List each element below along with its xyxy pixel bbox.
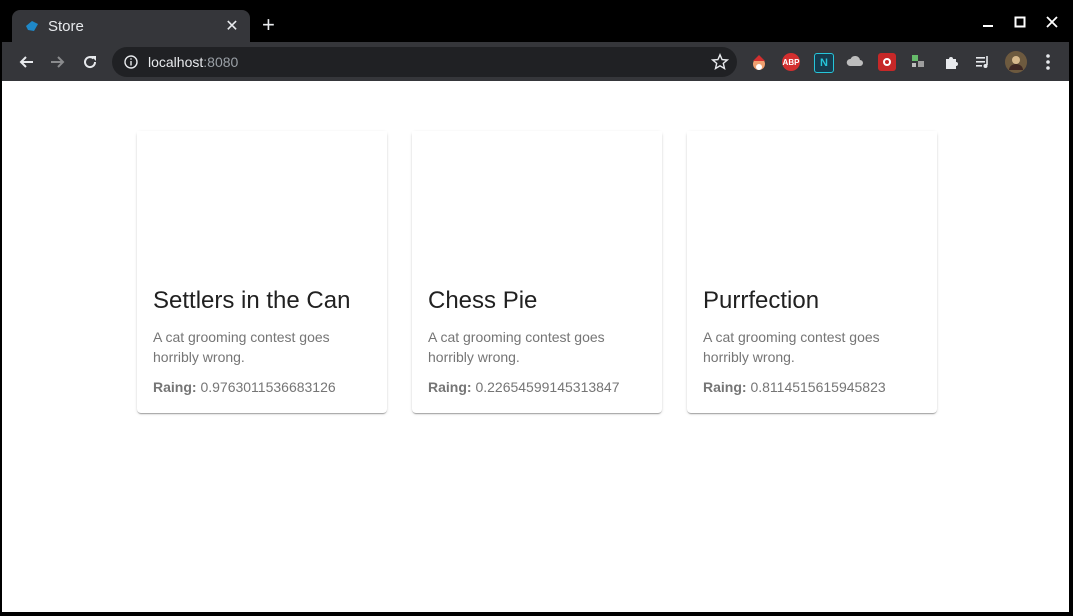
card-description: A cat grooming contest goes horribly wro… [153,329,330,365]
maximize-icon[interactable] [1004,12,1036,32]
santa-ext-icon[interactable] [750,53,768,71]
browser-toolbar: localhost:8080 ABP N [2,42,1069,81]
n-ext-icon[interactable]: N [814,53,834,73]
card-image [687,131,937,271]
tab-store[interactable]: Store ✕ [12,10,250,42]
card-title: Chess Pie [428,287,538,314]
rating-label: Raing: [153,379,197,395]
new-tab-button[interactable]: + [262,14,275,36]
url-host: localhost [148,54,204,70]
card-rating: Raing: 0.9763011536683126 [153,379,336,395]
card-description: A cat grooming contest goes horribly wro… [703,329,880,365]
product-card[interactable]: Settlers in the Can A cat grooming conte… [137,131,387,413]
window-controls [972,12,1068,32]
close-window-icon[interactable] [1036,12,1068,32]
bookmark-star-icon[interactable] [710,53,730,71]
tab-strip: Store ✕ + [2,2,1069,42]
reload-icon[interactable] [78,50,102,74]
site-info-icon[interactable] [122,53,140,71]
adblock-icon[interactable]: ABP [782,53,800,71]
store-favicon-icon [24,18,40,34]
page-content: Settlers in the Can A cat grooming conte… [2,81,1069,612]
card-rating: Raing: 0.8114515615945823 [703,379,886,395]
profile-avatar-icon[interactable] [1005,51,1027,73]
cloud-ext-icon[interactable] [846,53,864,71]
product-card[interactable]: Chess Pie A cat grooming contest goes ho… [412,131,662,413]
browser-window: Store ✕ + localhost:8080 ABP N Settlers … [2,2,1069,612]
forward-icon[interactable] [46,50,70,74]
card-image [137,131,387,271]
card-title: Settlers in the Can [153,287,351,314]
rating-value: 0.22654599145313847 [475,379,620,395]
back-icon[interactable] [14,50,38,74]
rating-label: Raing: [428,379,472,395]
product-card[interactable]: Purrfection A cat grooming contest goes … [687,131,937,413]
rating-value: 0.9763011536683126 [200,379,336,395]
rating-label: Raing: [703,379,747,395]
card-title: Purrfection [703,287,820,314]
url-text[interactable]: localhost:8080 [148,54,238,70]
puzzle-icon[interactable] [942,53,960,71]
url-port: :8080 [203,54,239,70]
tab-title: Store [48,17,84,35]
card-rating: Raing: 0.22654599145313847 [428,379,620,395]
card-description: A cat grooming contest goes horribly wro… [428,329,605,365]
s-ext-icon[interactable] [910,53,928,71]
rating-value: 0.8114515615945823 [750,379,886,395]
browser-menu-icon[interactable] [1036,50,1060,74]
media-queue-icon[interactable] [974,53,992,71]
minimize-icon[interactable] [972,12,1004,32]
red-ext-icon[interactable] [878,53,896,71]
address-bar[interactable]: localhost:8080 [112,47,737,77]
card-image [412,131,662,271]
tab-close-icon[interactable]: ✕ [222,16,242,36]
